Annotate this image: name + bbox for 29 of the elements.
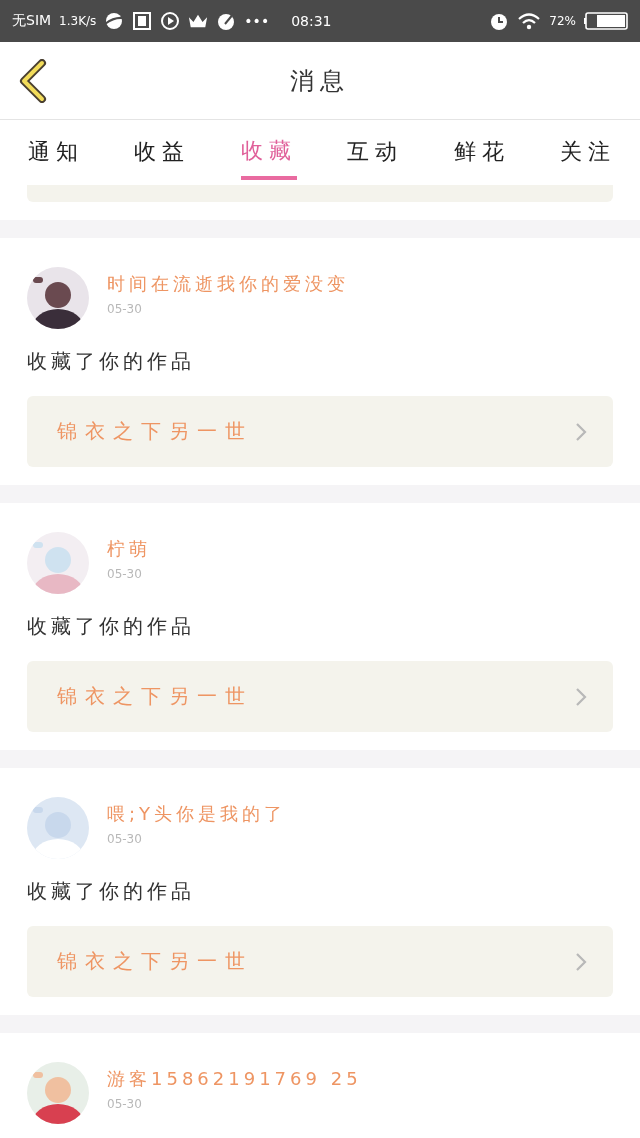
- tab[interactable]: 收益: [134, 126, 191, 180]
- message-text: 收藏了你的作品: [27, 878, 196, 905]
- tab[interactable]: 收藏: [240, 126, 297, 180]
- message-date: 05-30: [107, 831, 143, 848]
- tab[interactable]: 鲜花: [453, 126, 510, 180]
- user-name[interactable]: 时间在流逝我你的爱没变: [107, 269, 349, 299]
- work-link[interactable]: 锦衣之下另一世: [27, 661, 613, 732]
- tab[interactable]: 关注: [559, 126, 616, 180]
- work-title: 锦衣之下另一世: [57, 948, 253, 975]
- network-speed: 1.3K/s: [59, 14, 97, 28]
- page-title: 消息: [290, 65, 350, 97]
- message-date: 05-30: [107, 566, 143, 583]
- work-title: 锦衣之下另一世: [57, 418, 253, 445]
- tab[interactable]: 互动: [347, 126, 404, 180]
- tab[interactable]: 通知: [28, 126, 84, 180]
- carrier-text: 无SIM: [12, 12, 52, 30]
- message-date: 05-30: [107, 301, 143, 318]
- work-link[interactable]: 锦衣之下另一世: [27, 926, 613, 997]
- clock-time: 08:31: [291, 13, 332, 29]
- message-text: 收藏了你的作品: [27, 613, 196, 640]
- user-name[interactable]: 喂;Y头你是我的了: [107, 799, 287, 829]
- user-name[interactable]: 柠萌: [107, 534, 151, 564]
- user-name[interactable]: 游客15862191769 25: [107, 1064, 362, 1094]
- message-text: 收藏了你的作品: [27, 348, 196, 375]
- message-date: 05-30: [107, 1096, 143, 1113]
- work-title: 锦衣之下另一世: [57, 683, 253, 710]
- work-link[interactable]: 锦衣之下另一世: [27, 396, 613, 467]
- more-text: •••: [244, 13, 270, 29]
- battery-percent: 72%: [549, 14, 576, 28]
